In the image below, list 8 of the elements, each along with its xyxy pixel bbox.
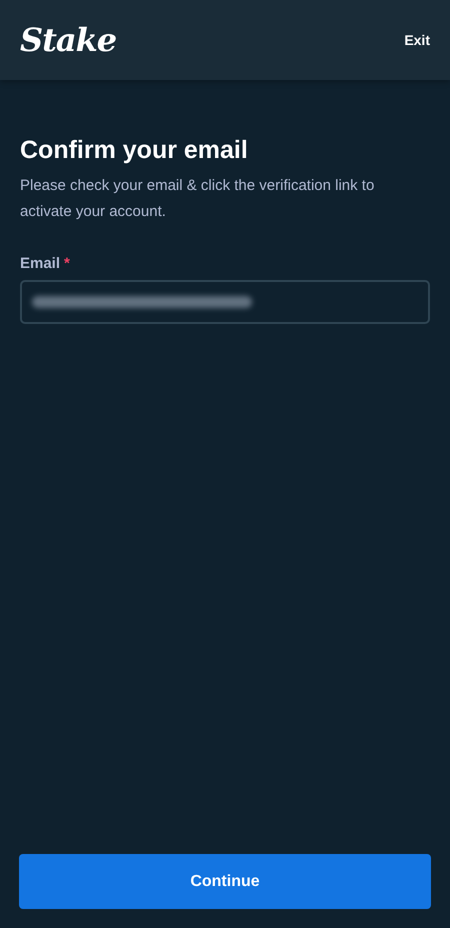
description: Please check your email & click the verification link to activate your account. bbox=[20, 176, 376, 222]
continue-button[interactable]: Continue bbox=[19, 854, 431, 909]
exit-button[interactable]: Exit bbox=[404, 26, 430, 54]
required-mark: * bbox=[64, 255, 70, 272]
logo[interactable]: Stake bbox=[20, 21, 116, 59]
field-label: Email bbox=[20, 255, 60, 272]
email-field[interactable] bbox=[20, 280, 430, 324]
page-title: Confirm your email bbox=[20, 136, 249, 165]
